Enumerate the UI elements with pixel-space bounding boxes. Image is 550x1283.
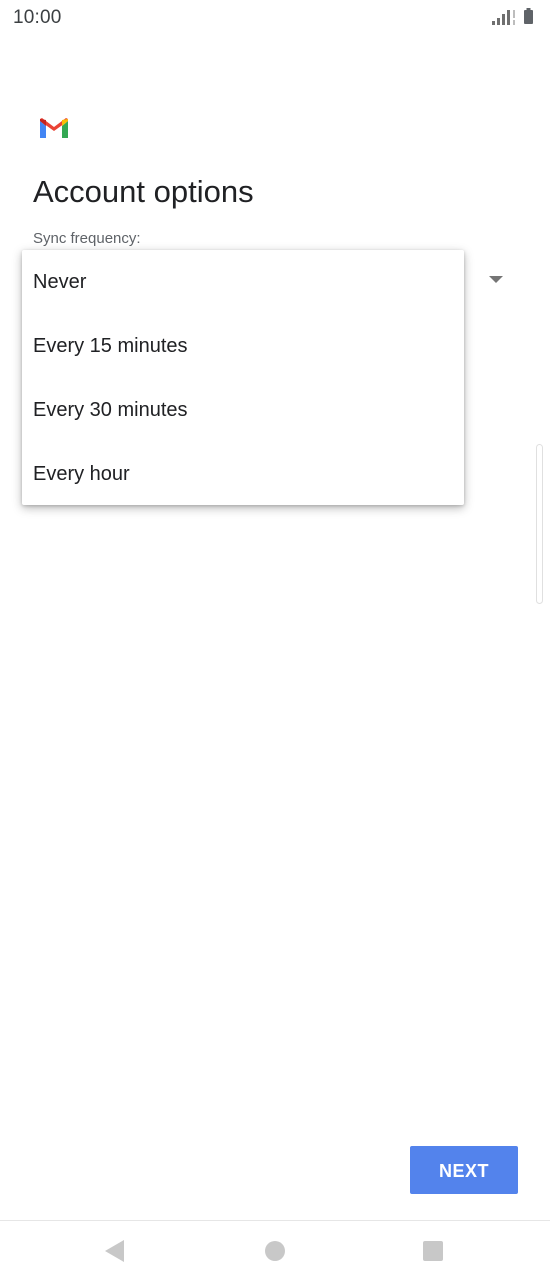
option-every-15-minutes[interactable]: Every 15 minutes <box>22 314 464 378</box>
status-bar: 10:00 <box>0 0 550 36</box>
screen: 10:00 Account options Sync frequency: Ne… <box>0 0 550 1283</box>
option-every-hour[interactable]: Every hour <box>22 442 464 506</box>
sync-frequency-label: Sync frequency: <box>33 230 141 247</box>
option-every-30-minutes[interactable]: Every 30 minutes <box>22 378 464 442</box>
scrollbar[interactable] <box>536 444 543 604</box>
navigation-bar <box>0 1220 550 1283</box>
dropdown-arrow-icon[interactable] <box>489 276 503 283</box>
page-title: Account options <box>33 174 254 209</box>
gmail-logo-icon <box>40 118 68 138</box>
next-button[interactable]: NEXT <box>410 1146 518 1194</box>
status-icons <box>492 8 540 26</box>
home-icon[interactable] <box>265 1241 285 1261</box>
battery-icon <box>524 8 533 24</box>
status-time: 10:00 <box>13 7 62 28</box>
sync-frequency-dropdown: Never Every 15 minutes Every 30 minutes … <box>22 250 464 505</box>
back-icon[interactable] <box>105 1240 124 1262</box>
recents-icon[interactable] <box>423 1241 443 1261</box>
option-never[interactable]: Never <box>22 250 464 314</box>
signal-icon <box>492 10 515 25</box>
